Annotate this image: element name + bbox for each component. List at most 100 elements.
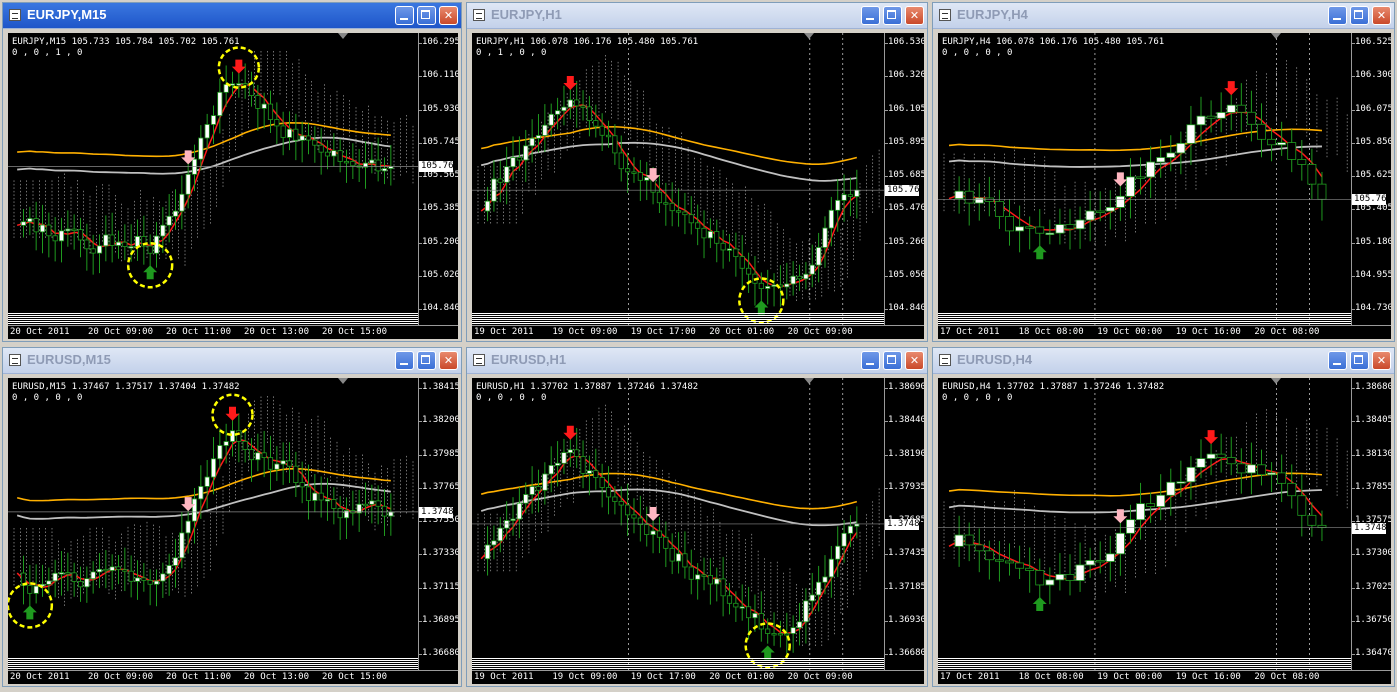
candle-body <box>1166 481 1176 496</box>
minimize-button[interactable] <box>395 351 414 370</box>
chart-window-eurusd-h4[interactable]: EURUSD,H4 ✕ EURUSD,H4 1.37702 1.37887 1.37… <box>932 347 1395 687</box>
symbol-ohlc: EURJPY,H1 106.078 106.176 105.480 105.76… <box>476 37 699 47</box>
minimize-button[interactable] <box>395 6 414 25</box>
close-button[interactable]: ✕ <box>439 6 458 25</box>
chart-shift-marker[interactable] <box>804 33 814 39</box>
chart-shift-marker[interactable] <box>338 33 348 39</box>
window-titlebar[interactable]: EURUSD,H1 ✕ <box>467 348 927 374</box>
sell-signal-arrow <box>225 406 240 421</box>
minimize-button[interactable] <box>1328 6 1347 25</box>
candle-body <box>510 518 516 521</box>
candle-body <box>166 215 172 226</box>
price-axis[interactable]: 1.38680 1.38405 1.38130 1.37855 1.37575 1.373… <box>1351 378 1391 670</box>
close-button[interactable]: ✕ <box>1372 351 1391 370</box>
minimize-button[interactable] <box>1328 351 1347 370</box>
chart-shift-marker[interactable] <box>1271 33 1281 39</box>
chart-window-eurjpy-h1[interactable]: EURJPY,H1 ✕ EURJPY,H1 106.078 106.176 105.… <box>466 2 928 342</box>
time-axis[interactable]: 20 Oct 2011 20 Oct 09:00 20 Oct 11:00 20 Oc… <box>8 325 458 339</box>
chart-shift-marker[interactable] <box>338 378 348 384</box>
chart-window-eurjpy-m15[interactable]: EURJPY,M15 ✕ EURJPY,M15 105.733 105.784 10… <box>2 2 462 342</box>
candle-body <box>542 124 548 136</box>
price-plot[interactable] <box>938 378 1351 670</box>
maximize-icon <box>1354 10 1363 19</box>
maximize-button[interactable] <box>883 6 902 25</box>
candle-body <box>548 113 554 126</box>
chart-area[interactable]: EURUSD,M15 1.37467 1.37517 1.37404 1.374… <box>8 378 458 684</box>
candle-body <box>147 245 153 254</box>
window-titlebar[interactable]: EURJPY,M15 ✕ <box>3 3 461 29</box>
candle-body <box>274 463 280 470</box>
candle-body <box>1257 123 1266 140</box>
time-tick-label: 20 Oct 09:00 <box>88 672 154 682</box>
fast-ema-line <box>16 83 391 248</box>
close-button[interactable]: ✕ <box>905 351 924 370</box>
chart-window-eurusd-m15[interactable]: EURUSD,M15 ✕ EURUSD,M15 1.37467 1.37517 1.… <box>2 347 462 687</box>
close-button[interactable]: ✕ <box>1372 6 1391 25</box>
candle-body <box>381 168 388 172</box>
chart-shift-marker[interactable] <box>1271 378 1281 384</box>
candle-body <box>267 457 274 470</box>
candle-body <box>331 499 337 509</box>
candle-body <box>115 566 122 571</box>
price-plot[interactable] <box>938 33 1351 325</box>
time-axis[interactable]: 19 Oct 2011 19 Oct 09:00 19 Oct 17:00 20 Oc… <box>472 325 924 339</box>
maximize-button[interactable] <box>883 351 902 370</box>
price-plot[interactable] <box>8 378 418 670</box>
window-titlebar[interactable]: EURJPY,H1 ✕ <box>467 3 927 29</box>
minimize-button[interactable] <box>861 351 880 370</box>
price-plot[interactable] <box>472 378 884 670</box>
sell-signal-arrow <box>563 425 578 440</box>
time-axis[interactable]: 20 Oct 2011 20 Oct 09:00 20 Oct 11:00 20 Oc… <box>8 670 458 684</box>
maximize-button[interactable] <box>1350 6 1369 25</box>
chart-area[interactable]: EURJPY,H1 106.078 106.176 105.480 105.76… <box>472 33 924 339</box>
price-tick-label: 105.050 <box>888 269 924 280</box>
candle-body <box>1206 453 1216 459</box>
chart-area[interactable]: EURJPY,M15 105.733 105.784 105.702 105.7… <box>8 33 458 339</box>
maximize-button[interactable] <box>1350 351 1369 370</box>
price-plot[interactable] <box>472 33 884 325</box>
candle-body <box>96 245 103 254</box>
time-tick-label: 19 Oct 16:00 <box>1175 327 1241 337</box>
time-tick-label: 20 Oct 2011 <box>10 672 70 682</box>
candle-body <box>1115 532 1125 555</box>
chart-window-eurjpy-h4[interactable]: EURJPY,H4 ✕ EURJPY,H4 106.078 106.176 105.… <box>932 2 1395 342</box>
price-axis[interactable]: 1.386901.384401.381901.379351.376851.374… <box>884 378 924 670</box>
candle-body <box>204 476 210 487</box>
candle-body <box>822 576 828 583</box>
close-button[interactable]: ✕ <box>439 351 458 370</box>
close-button[interactable]: ✕ <box>905 6 924 25</box>
window-titlebar[interactable]: EURUSD,H4 ✕ <box>933 348 1394 374</box>
chart-shift-marker[interactable] <box>804 378 814 384</box>
candle-body <box>293 465 299 483</box>
chart-area[interactable]: EURJPY,H4 106.078 106.176 105.480 105.76… <box>938 33 1391 339</box>
maximize-button[interactable] <box>417 351 436 370</box>
price-axis[interactable]: 106.295 106.110 105.930 105.745 105.565 105.3… <box>418 33 458 325</box>
chart-area[interactable]: EURUSD,H1 1.37702 1.37887 1.37246 1.3748… <box>472 378 924 684</box>
candle-body <box>984 550 994 561</box>
price-plot[interactable] <box>8 33 418 325</box>
window-titlebar[interactable]: EURUSD,M15 ✕ <box>3 348 461 374</box>
candle-body <box>809 264 815 275</box>
candle-body <box>286 460 293 467</box>
candle-body <box>586 470 592 474</box>
window-titlebar[interactable]: EURJPY,H4 ✕ <box>933 3 1394 29</box>
candle-body <box>701 574 707 577</box>
candle-body <box>1015 226 1025 232</box>
candle-body <box>375 159 381 172</box>
price-axis[interactable]: 106.525 106.300 106.075 105.850 105.625 105.4… <box>1351 33 1391 325</box>
candle-body <box>255 95 261 109</box>
sell-signal-arrow <box>563 75 578 90</box>
chart-area[interactable]: EURUSD,H4 1.37702 1.37887 1.37246 1.3748… <box>938 378 1391 684</box>
price-axis[interactable]: 1.38415 1.38200 1.37985 1.37765 1.37550 1.373… <box>418 378 458 670</box>
candle-body <box>134 577 141 582</box>
candle-body <box>210 115 217 125</box>
chart-window-eurusd-h1[interactable]: EURUSD,H1 ✕ EURUSD,H1 1.37702 1.37887 1.37… <box>466 347 928 687</box>
maximize-button[interactable] <box>417 6 436 25</box>
price-axis[interactable]: 106.530 106.320 106.105 105.895 105.685 105.4… <box>884 33 924 325</box>
price-tick-label: 1.38415 <box>422 382 458 392</box>
minimize-button[interactable] <box>861 6 880 25</box>
time-axis[interactable]: 19 Oct 2011 19 Oct 09:00 19 Oct 17:00 20 Oc… <box>472 670 924 684</box>
time-axis[interactable]: 17 Oct 2011 18 Oct 08:00 19 Oct 00:00 19 Oc… <box>938 670 1391 684</box>
time-axis[interactable]: 17 Oct 2011 18 Oct 08:00 19 Oct 00:00 19 Oc… <box>938 325 1391 339</box>
candlesticks <box>484 80 860 307</box>
